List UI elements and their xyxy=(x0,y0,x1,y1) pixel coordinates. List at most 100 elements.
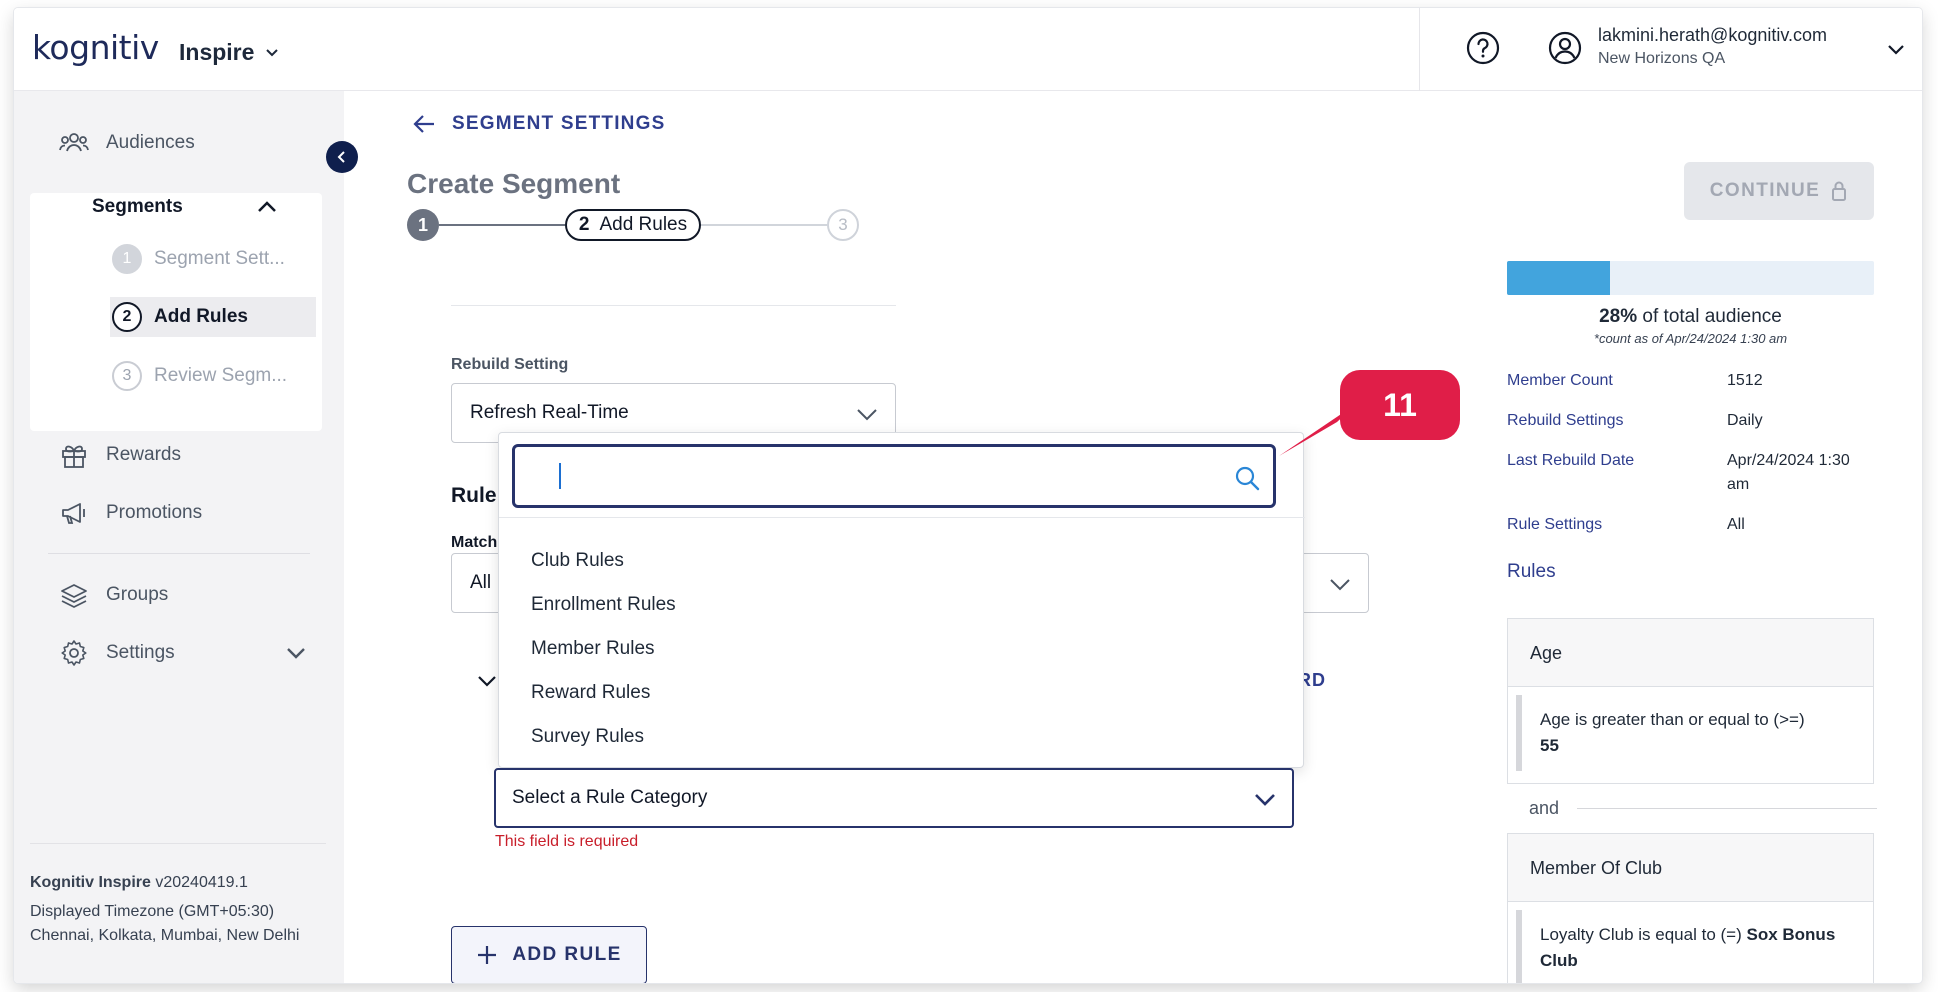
dropdown-option[interactable]: Member Rules xyxy=(531,638,655,660)
back-label: SEGMENT SETTINGS xyxy=(452,113,666,134)
app-version: Kognitiv Inspire v20240419.1 xyxy=(30,874,248,891)
sidebar-item-label: Groups xyxy=(106,584,169,605)
lock-icon xyxy=(1832,181,1847,201)
timezone-label: Displayed Timezone (GMT+05:30) xyxy=(30,903,275,920)
rule-category-select[interactable]: Select a Rule Category xyxy=(494,768,1294,828)
sidebar-item-label: Promotions xyxy=(106,502,203,523)
sidebar-item-segments[interactable]: Segments xyxy=(92,196,183,218)
product-name: Inspire xyxy=(179,38,255,65)
annotation-callout: 11 xyxy=(1340,370,1460,440)
page-title: Create Segment xyxy=(407,168,621,199)
add-rule-label: ADD RULE xyxy=(512,944,622,965)
rule-summary-card: Age Age is greater than or equal to (>=)… xyxy=(1507,618,1874,784)
audience-percentage: 28% of total audience xyxy=(1599,306,1782,327)
match-value: All xyxy=(470,572,492,593)
section-divider xyxy=(451,305,896,306)
rule-card-title: Age xyxy=(1508,619,1873,687)
timezone-cities: Chennai, Kolkata, Mumbai, New Delhi xyxy=(30,927,300,944)
match-label: Match xyxy=(451,534,498,551)
sidebar-item-label: Audiences xyxy=(106,132,195,153)
audience-progress-bar xyxy=(1507,261,1874,295)
rule-settings-heading: Rule xyxy=(451,484,497,507)
audience-progress-fill xyxy=(1507,261,1610,295)
audiences-icon xyxy=(59,133,89,152)
kognitiv-logo[interactable]: kognitiv xyxy=(32,28,159,67)
chevron-down-icon xyxy=(857,409,877,421)
sidebar-item-label: Settings xyxy=(106,642,175,663)
user-menu-chevron-icon[interactable] xyxy=(1885,38,1907,60)
user-org: New Horizons QA xyxy=(1598,50,1726,67)
stepper-connector xyxy=(439,224,565,226)
rule-category-dropdown: Club Rules Enrollment Rules Member Rules… xyxy=(498,432,1305,768)
add-rule-button[interactable]: ADD RULE xyxy=(451,926,647,983)
megaphone-icon xyxy=(62,503,85,524)
field-error-message: This field is required xyxy=(495,833,639,850)
dropdown-divider xyxy=(499,517,1305,518)
chevron-down-icon xyxy=(1255,794,1275,806)
step-label: Segment Sett... xyxy=(154,248,285,269)
plus-icon xyxy=(478,946,497,964)
sidebar-item-settings[interactable]: Settings xyxy=(58,635,314,671)
sidebar-item-audiences[interactable]: Audiences xyxy=(58,125,195,161)
step-number: 3 xyxy=(112,361,142,391)
chevron-left-icon xyxy=(337,151,345,163)
rule-join-operator: and xyxy=(1529,798,1878,819)
dropdown-option[interactable]: Survey Rules xyxy=(531,726,644,748)
arrow-left-icon xyxy=(413,115,434,133)
summary-value-last-rebuild-date: Apr/24/2024 1:30 am xyxy=(1727,452,1850,493)
sidebar-step-add-rules[interactable]: 2 Add Rules xyxy=(110,297,316,337)
rebuild-setting-value: Refresh Real-Time xyxy=(470,402,629,423)
count-note: *count as of Apr/24/2024 1:30 am xyxy=(1593,331,1788,346)
stepper-connector xyxy=(701,224,827,226)
chevron-down-icon xyxy=(266,49,279,57)
summary-value-rebuild-settings: Daily xyxy=(1727,412,1763,429)
continue-label: CONTINUE xyxy=(1709,180,1821,201)
sidebar-item-label: Rewards xyxy=(106,444,181,465)
stepper-step-2[interactable]: 2 Add Rules xyxy=(565,209,701,241)
rule-card-body: Loyalty Club is equal to (=) Sox Bonus C… xyxy=(1508,902,1873,983)
summary-key-last-rebuild-date: Last Rebuild Date xyxy=(1507,452,1635,469)
summary-value-rule-settings: All xyxy=(1727,516,1745,533)
rules-heading: Rules xyxy=(1507,561,1556,582)
help-icon[interactable] xyxy=(1465,30,1501,66)
step-number: 1 xyxy=(112,244,142,274)
gear-icon xyxy=(61,640,87,666)
sidebar-collapse-button[interactable] xyxy=(326,141,358,173)
sidebar-step-segment-settings[interactable]: 1 Segment Sett... xyxy=(110,239,316,279)
app-window: kognitiv Inspire lakmini.herath@kognitiv… xyxy=(14,8,1922,983)
stepper-step-1[interactable]: 1 xyxy=(407,209,439,241)
rebuild-setting-label: Rebuild Setting xyxy=(451,356,569,373)
stepper-step-3[interactable]: 3 xyxy=(827,209,859,241)
sidebar-step-review-segment[interactable]: 3 Review Segm... xyxy=(110,356,316,396)
chevron-down-icon[interactable] xyxy=(284,641,308,665)
back-to-segment-settings[interactable]: SEGMENT SETTINGS xyxy=(412,113,665,135)
search-icon xyxy=(1235,466,1260,491)
text-caret xyxy=(559,463,561,489)
chevron-up-icon[interactable] xyxy=(254,194,280,220)
sidebar-item-rewards[interactable]: Rewards xyxy=(58,437,181,473)
step-number: 2 xyxy=(112,302,142,332)
continue-button[interactable]: CONTINUE xyxy=(1684,162,1874,220)
user-avatar-icon[interactable] xyxy=(1547,30,1583,66)
summary-key-rule-settings: Rule Settings xyxy=(1507,516,1603,533)
dropdown-search-input[interactable] xyxy=(512,444,1276,508)
sidebar-item-groups[interactable]: Groups xyxy=(58,577,168,613)
summary-value-member-count: 1512 xyxy=(1727,372,1763,389)
sidebar-footer-divider xyxy=(30,843,326,844)
sidebar-item-promotions[interactable]: Promotions xyxy=(58,495,202,531)
chevron-down-icon[interactable] xyxy=(476,670,498,692)
step-label: Review Segm... xyxy=(154,365,288,386)
dropdown-option[interactable]: Enrollment Rules xyxy=(531,594,676,616)
dropdown-option[interactable]: Reward Rules xyxy=(531,682,650,704)
rule-card-title: Member Of Club xyxy=(1508,834,1873,902)
top-header: kognitiv Inspire lakmini.herath@kognitiv… xyxy=(14,8,1922,91)
product-switcher[interactable]: Inspire xyxy=(179,37,280,67)
rule-summary-card: Member Of Club Loyalty Club is equal to … xyxy=(1507,833,1874,983)
header-divider xyxy=(1419,8,1420,91)
step-label: Add Rules xyxy=(154,306,248,327)
rule-card-body: Age is greater than or equal to (>=) 55 xyxy=(1508,687,1873,779)
summary-key-member-count: Member Count xyxy=(1507,372,1613,389)
dropdown-option[interactable]: Club Rules xyxy=(531,550,624,572)
layers-icon xyxy=(61,584,87,608)
chevron-down-icon xyxy=(1330,579,1350,591)
